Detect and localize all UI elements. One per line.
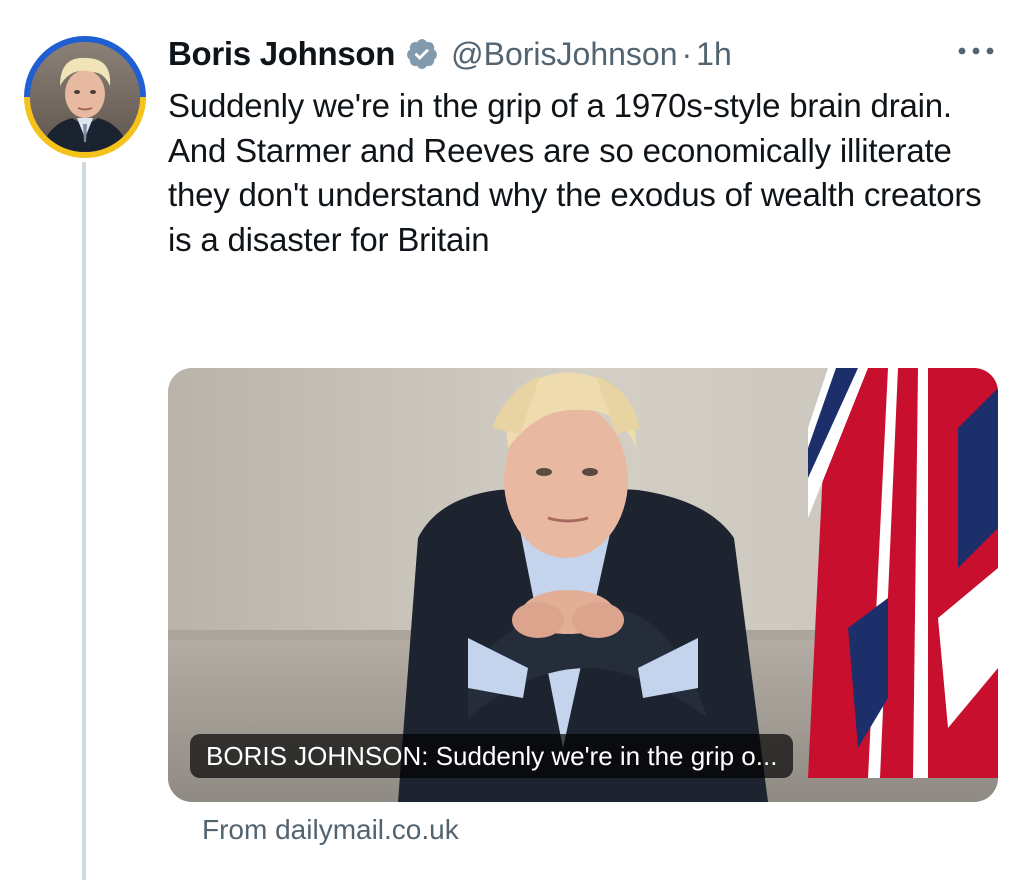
tweet-header: Boris Johnson @BorisJohnson · 1h [168,32,732,76]
tweet-timestamp[interactable]: 1h [696,36,732,73]
thread-connector-line [82,162,86,880]
header-separator: · [681,35,693,72]
avatar-photo [30,42,140,152]
link-preview-card[interactable]: BORIS JOHNSON: Suddenly we're in the gri… [168,368,998,802]
author-display-name[interactable]: Boris Johnson [168,35,395,73]
link-card-title: BORIS JOHNSON: Suddenly we're in the gri… [190,734,794,778]
author-avatar[interactable] [24,36,146,158]
more-dots-icon[interactable] [950,34,1002,68]
link-card-source[interactable]: From dailymail.co.uk [202,814,459,846]
verified-badge-icon [405,37,439,71]
tweet[interactable]: Boris Johnson @BorisJohnson · 1h Suddenl… [0,0,1024,880]
author-handle[interactable]: @BorisJohnson [451,36,677,73]
tweet-text: Suddenly we're in the grip of a 1970s-st… [168,87,982,258]
